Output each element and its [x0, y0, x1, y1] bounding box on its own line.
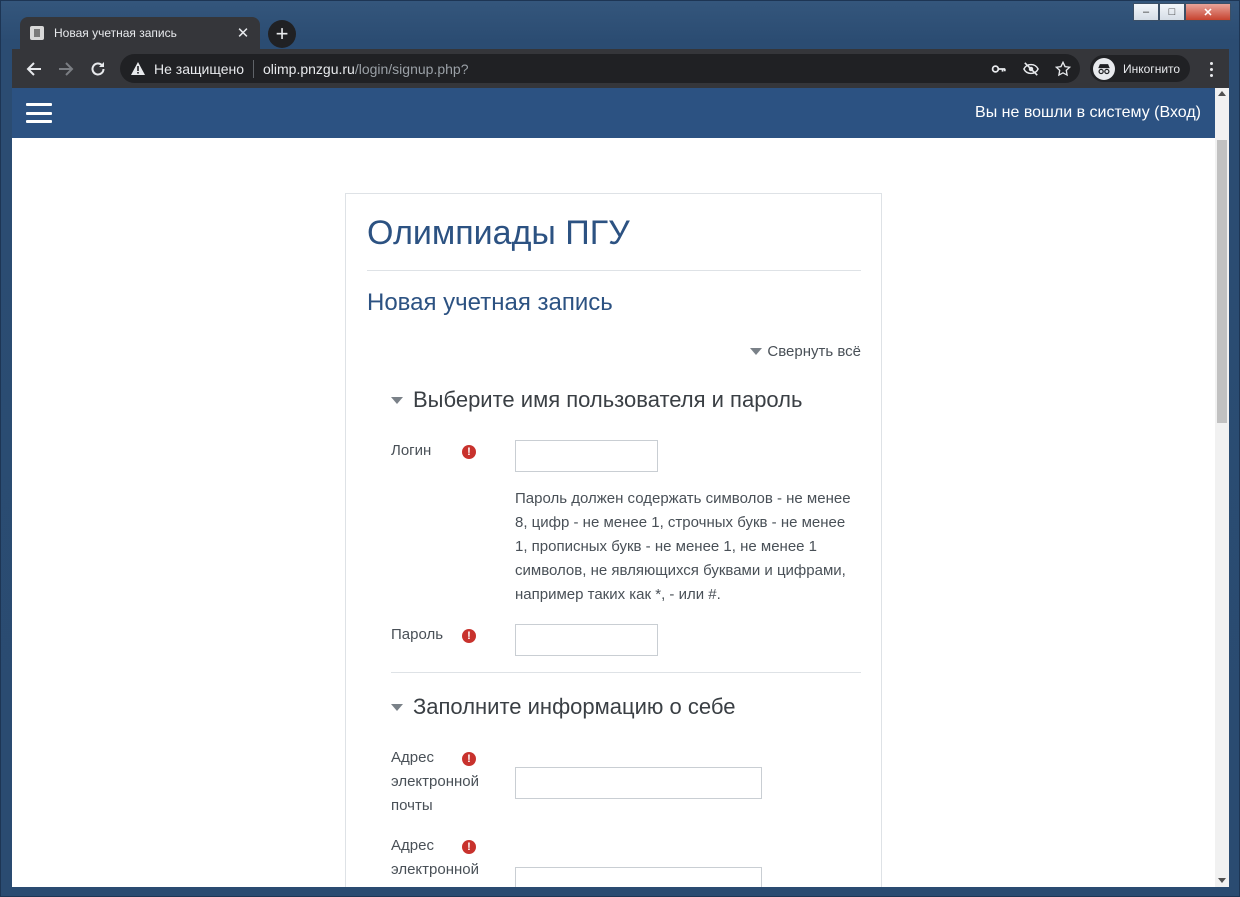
section-toggle-icon	[391, 703, 403, 711]
star-icon[interactable]	[1054, 60, 1072, 78]
email-input[interactable]	[515, 767, 762, 799]
signup-card: Олимпиады ПГУ Новая учетная запись Сверн…	[345, 193, 882, 887]
browser-menu-icon[interactable]	[1202, 57, 1220, 81]
hamburger-menu-icon[interactable]	[26, 103, 52, 123]
warning-icon	[131, 61, 145, 75]
scroll-down-arrow-icon[interactable]	[1218, 878, 1226, 883]
page-viewport: Вы не вошли в систему (Вход) Олимпиады П…	[12, 88, 1229, 887]
browser-tab[interactable]: Новая учетная запись ✕	[20, 17, 260, 49]
email-confirm-input[interactable]	[515, 867, 762, 887]
email-confirm-label: Адрес электронной	[391, 837, 479, 878]
forward-button[interactable]	[50, 53, 82, 85]
incognito-indicator[interactable]: Инкогнито	[1090, 55, 1191, 82]
required-icon: !	[462, 752, 476, 766]
tab-title: Новая учетная запись	[54, 26, 177, 40]
security-label[interactable]: Не защищено	[154, 61, 244, 77]
window-controls: ‒ □ ✕	[1133, 3, 1231, 21]
reload-button[interactable]	[82, 53, 114, 85]
password-policy-text: Пароль должен содержать символов - не ме…	[515, 490, 851, 603]
scrollbar-thumb[interactable]	[1217, 140, 1227, 423]
password-label: Пароль	[391, 626, 444, 643]
tab-close-icon[interactable]: ✕	[236, 24, 250, 42]
collapse-all-label: Свернуть всё	[767, 343, 861, 360]
page-scrollbar[interactable]	[1215, 88, 1229, 887]
forward-arrow-icon	[59, 61, 74, 76]
section-personal-info-header[interactable]: Заполните информацию о себе	[391, 694, 735, 720]
minimize-button[interactable]: ‒	[1133, 3, 1159, 21]
required-icon: !	[462, 629, 476, 643]
favicon-icon	[30, 26, 44, 40]
back-button[interactable]	[18, 53, 50, 85]
required-icon: !	[462, 445, 476, 459]
page-title: Новая учетная запись	[367, 289, 613, 316]
site-navbar: Вы не вошли в систему (Вход)	[12, 88, 1215, 138]
address-separator	[253, 59, 254, 78]
collapse-triangle-icon	[750, 348, 763, 355]
reload-icon	[91, 61, 105, 75]
section-toggle-icon	[391, 396, 403, 404]
url-path: /login/signup.php?	[354, 60, 469, 77]
incognito-label: Инкогнито	[1123, 61, 1181, 76]
new-tab-button[interactable]: +	[268, 20, 296, 48]
address-bar-icons	[990, 60, 1072, 78]
incognito-icon	[1093, 57, 1115, 80]
back-arrow-icon	[26, 61, 41, 76]
login-input[interactable]	[515, 440, 658, 472]
close-window-button[interactable]: ✕	[1185, 3, 1231, 21]
eye-off-icon[interactable]	[1022, 60, 1040, 78]
login-label: Логин	[391, 442, 432, 459]
browser-window: ‒ □ ✕ Новая учетная запись ✕ + Не защище…	[0, 0, 1240, 897]
scroll-up-arrow-icon[interactable]	[1218, 91, 1226, 96]
required-icon: !	[462, 840, 476, 854]
section-title: Заполните информацию о себе	[413, 694, 736, 719]
url-host: olimp.pnzgu.ru	[263, 60, 355, 77]
collapse-all-link[interactable]: Свернуть всё	[750, 343, 861, 360]
maximize-button[interactable]: □	[1159, 3, 1185, 21]
section-username-password-header[interactable]: Выберите имя пользователя и пароль	[391, 387, 802, 413]
key-icon[interactable]	[990, 60, 1008, 78]
browser-toolbar: Не защищено olimp.pnzgu.ru/login/signup.…	[12, 49, 1229, 88]
divider	[367, 270, 861, 271]
section-title: Выберите имя пользователя и пароль	[413, 387, 803, 412]
login-status-link[interactable]: Вы не вошли в систему (Вход)	[975, 104, 1201, 122]
password-input[interactable]	[515, 624, 658, 656]
site-title: Олимпиады ПГУ	[367, 214, 630, 252]
address-bar[interactable]: Не защищено olimp.pnzgu.ru/login/signup.…	[120, 54, 1080, 83]
email-label: Адрес электронной почты	[391, 749, 479, 814]
divider	[391, 672, 861, 673]
